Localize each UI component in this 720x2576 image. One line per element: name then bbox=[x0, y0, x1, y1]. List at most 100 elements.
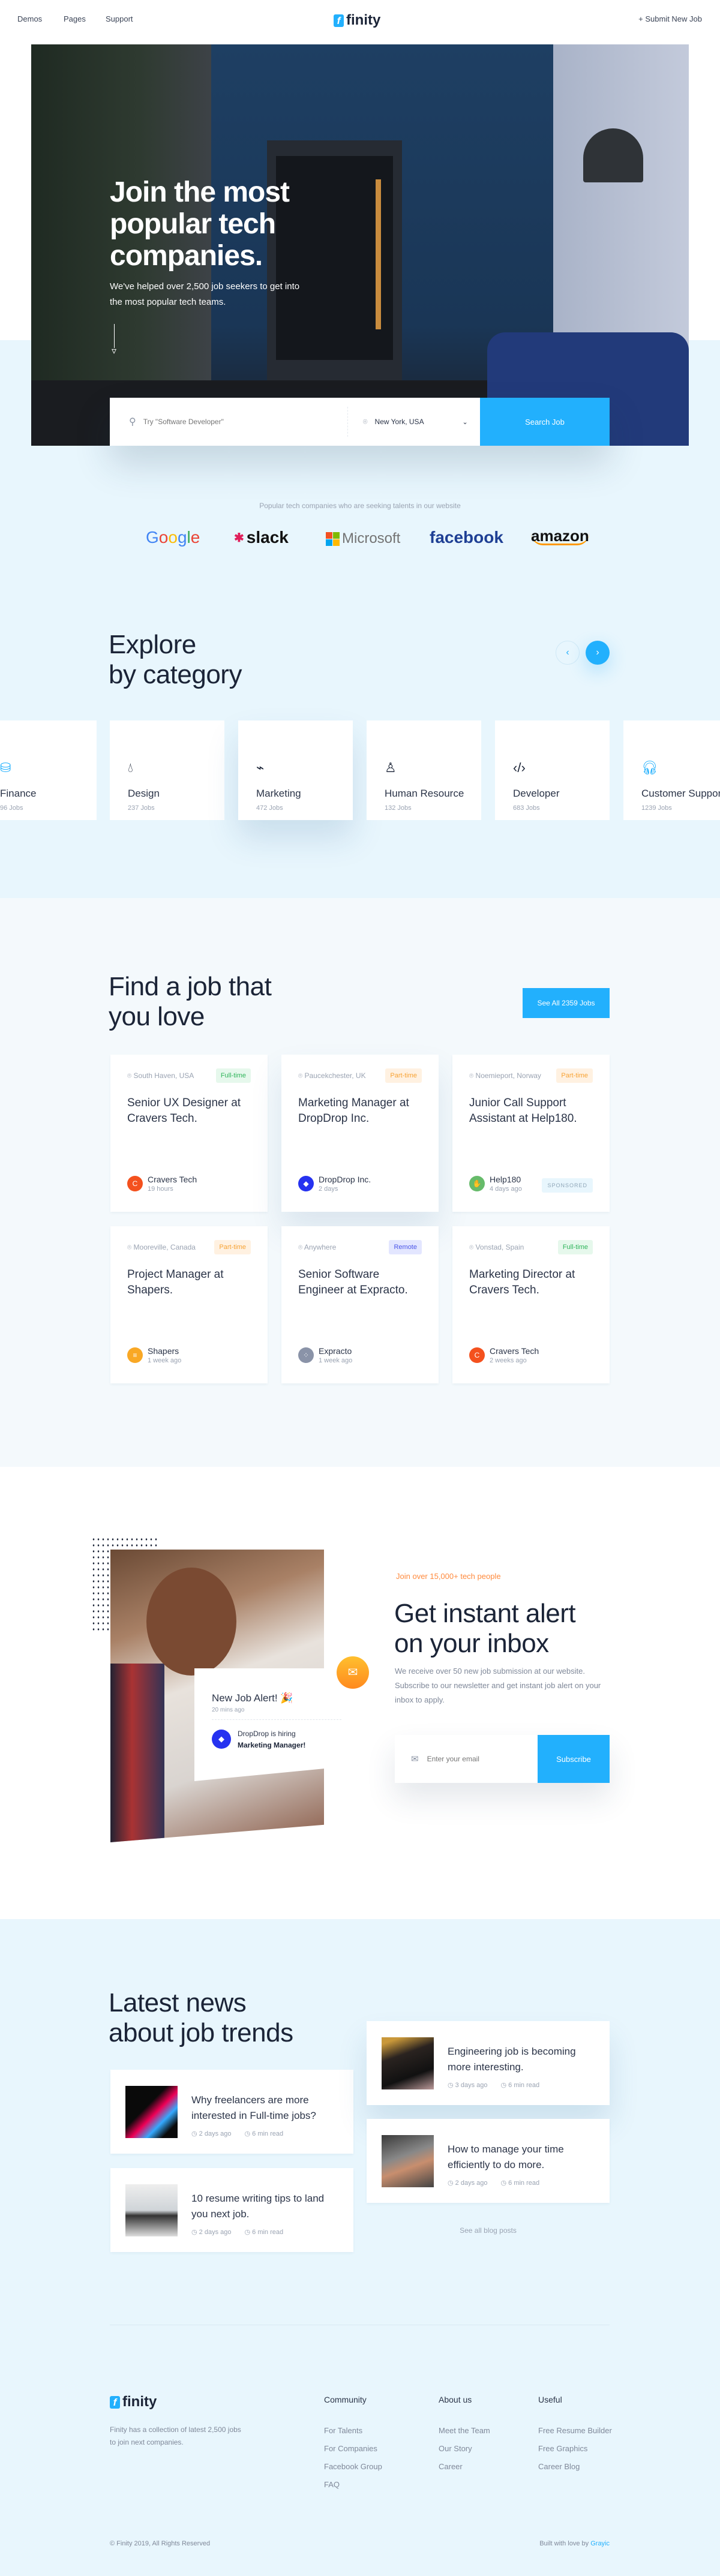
job-card[interactable]: ⌾ South Haven, USA Full-time Senior UX D… bbox=[110, 1055, 268, 1212]
location-pin-icon: ⌾ bbox=[127, 1071, 134, 1080]
microsoft-squares bbox=[326, 532, 340, 546]
title-line: Get instant alert bbox=[394, 1599, 576, 1628]
sponsored-badge: SPONSORED bbox=[542, 1178, 593, 1193]
news-card[interactable]: 10 resume writing tips to land you next … bbox=[110, 2168, 353, 2252]
news-date: 2 days ago bbox=[199, 2229, 232, 2236]
hiring-line: DropDrop is hiring bbox=[238, 1730, 296, 1738]
location-pin-icon: ⌾ bbox=[362, 417, 368, 426]
category-card-marketing[interactable]: ⌁ Marketing 472 Jobs bbox=[238, 720, 353, 820]
footer-link[interactable]: For Talents bbox=[324, 2426, 382, 2435]
location-text: Vonstad, Spain bbox=[475, 1243, 524, 1251]
job-card[interactable]: ⌾ Vonstad, Spain Full-time Marketing Dir… bbox=[452, 1226, 610, 1383]
hero-subtitle-line: the most popular tech teams. bbox=[110, 297, 226, 307]
email-input[interactable] bbox=[427, 1755, 517, 1763]
hero-title-line: companies. bbox=[110, 240, 263, 272]
category-card-design[interactable]: 💧︎ Design 237 Jobs bbox=[110, 720, 224, 820]
news-date: 2 days ago bbox=[455, 2179, 488, 2187]
location-pin-icon: ⌾ bbox=[469, 1243, 476, 1251]
location-text: South Haven, USA bbox=[133, 1071, 194, 1080]
notification-divider bbox=[212, 1719, 341, 1720]
nav-pages[interactable]: Pages bbox=[64, 14, 86, 23]
footer-link[interactable]: FAQ bbox=[324, 2480, 382, 2489]
category-card-developer[interactable]: ‹/› Developer 683 Jobs bbox=[495, 720, 610, 820]
job-location: ⌾ Vonstad, Spain bbox=[469, 1243, 524, 1252]
job-card[interactable]: ⌾ Mooreville, Canada Part-time Project M… bbox=[110, 1226, 268, 1383]
title-line: Find a job that bbox=[109, 972, 272, 1001]
subscribe-button[interactable]: Subscribe bbox=[538, 1735, 610, 1783]
category-card-finance[interactable]: ⛁ Finance 96 Jobs bbox=[0, 720, 97, 820]
author-link[interactable]: Grayic bbox=[590, 2540, 610, 2547]
keyword-input[interactable] bbox=[143, 418, 323, 426]
company-logo-icon: ≡ bbox=[127, 1347, 143, 1363]
news-thumbnail bbox=[125, 2184, 178, 2236]
jobs-title: Find a job that you love bbox=[109, 972, 272, 1032]
title-line: by category bbox=[109, 660, 242, 689]
company-name: Shapers bbox=[148, 1346, 179, 1356]
mail-icon: ✉ bbox=[337, 1656, 369, 1689]
footer-link[interactable]: Free Resume Builder bbox=[538, 2426, 612, 2435]
job-type-badge: Part-time bbox=[214, 1240, 251, 1254]
company-name: DropDrop Inc. bbox=[319, 1175, 371, 1184]
title-line: you love bbox=[109, 1002, 205, 1031]
job-card[interactable]: ⌾ Anywhere Remote Senior Software Engine… bbox=[281, 1226, 439, 1383]
news-card[interactable]: Engineering job is becoming more interes… bbox=[367, 2021, 610, 2105]
scroll-down-arrow-icon[interactable]: ▿ bbox=[112, 324, 116, 356]
prev-arrow-button[interactable]: ‹ bbox=[556, 641, 580, 665]
hiring-role: Marketing Manager! bbox=[238, 1741, 306, 1749]
location-pin-icon: ⌾ bbox=[298, 1243, 304, 1251]
news-title: Engineering job is becoming more interes… bbox=[448, 2046, 576, 2073]
footer-link[interactable]: Our Story bbox=[439, 2444, 490, 2453]
submit-job-link[interactable]: + Submit New Job bbox=[638, 14, 702, 23]
next-arrow-button[interactable]: › bbox=[586, 641, 610, 665]
nav-support[interactable]: Support bbox=[106, 14, 133, 23]
news-read-time: 6 min read bbox=[252, 2229, 284, 2236]
built-by: Built with love by Grayic bbox=[539, 2540, 610, 2547]
company-name: Expracto bbox=[319, 1346, 352, 1356]
location-text: Mooreville, Canada bbox=[133, 1243, 196, 1251]
nav-demos[interactable]: Demos bbox=[17, 14, 42, 23]
location-pin-icon: ⌾ bbox=[127, 1243, 134, 1251]
alert-description: We receive over 50 new job submission at… bbox=[395, 1667, 601, 1704]
footer-link[interactable]: Free Graphics bbox=[538, 2444, 612, 2453]
job-card[interactable]: ⌾ Noemieport, Norway Part-time Junior Ca… bbox=[452, 1055, 610, 1212]
footer-link[interactable]: Career bbox=[439, 2462, 490, 2471]
category-card-human-resource[interactable]: ♙ Human Resource 132 Jobs bbox=[367, 720, 481, 820]
company: ≡ Shapers 1 week ago bbox=[127, 1346, 181, 1364]
news-card[interactable]: How to manage your time efficiently to d… bbox=[367, 2119, 610, 2203]
company-logo-icon: C bbox=[469, 1347, 485, 1363]
microsoft-logo: Microsoft bbox=[326, 530, 400, 547]
title-line: on your inbox bbox=[394, 1629, 549, 1658]
categories-title: Explore by category bbox=[109, 630, 242, 690]
news-card[interactable]: Why freelancers are more interested in F… bbox=[110, 2070, 353, 2154]
footer-link[interactable]: Meet the Team bbox=[439, 2426, 490, 2435]
see-all-blog-posts-link[interactable]: See all blog posts bbox=[367, 2226, 610, 2235]
hero-heading: Join the most popular tech companies. We… bbox=[110, 176, 380, 310]
clock-icon: ◷ bbox=[500, 2082, 509, 2089]
logo-text: finity bbox=[122, 2394, 157, 2410]
notification-title: New Job Alert! 🎉 bbox=[212, 1692, 293, 1704]
posted-time: 19 hours bbox=[148, 1185, 173, 1193]
footer-link[interactable]: Career Blog bbox=[538, 2462, 612, 2471]
search-icon: ⚲ bbox=[129, 417, 136, 427]
company: ✋ Help180 4 days ago bbox=[469, 1175, 522, 1193]
envelope-icon: ✉ bbox=[411, 1754, 419, 1764]
footer-logo[interactable]: f finity bbox=[110, 2394, 157, 2410]
slack-logo: ✱ slack bbox=[234, 528, 289, 547]
clock-icon: ◷ bbox=[244, 2229, 253, 2236]
category-card-customer-support[interactable]: 🎧︎ Customer Support 1239 Jobs bbox=[623, 720, 720, 820]
title-line: Explore bbox=[109, 630, 196, 659]
chevron-down-icon: ⌄ bbox=[462, 418, 468, 426]
category-name: Design bbox=[128, 788, 160, 799]
title-line: Latest news bbox=[109, 1988, 247, 2017]
search-job-button[interactable]: Search Job bbox=[480, 398, 610, 446]
footer-link[interactable]: For Companies bbox=[324, 2444, 382, 2453]
job-title: Project Manager at Shapers. bbox=[127, 1268, 224, 1296]
category-name: Customer Support bbox=[641, 788, 720, 799]
footer-link[interactable]: Facebook Group bbox=[324, 2462, 382, 2471]
news-read-time: 6 min read bbox=[508, 2082, 540, 2089]
logo[interactable]: f finity bbox=[334, 12, 380, 29]
job-card[interactable]: ⌾ Paucekchester, UK Part-time Marketing … bbox=[281, 1055, 439, 1212]
location-select[interactable]: ⌾ New York, USA ⌄ bbox=[348, 417, 480, 427]
see-all-jobs-button[interactable]: See All 2359 Jobs bbox=[523, 988, 610, 1018]
job-alert-notification: New Job Alert! 🎉 20 mins ago ◆ DropDrop … bbox=[194, 1668, 358, 1781]
